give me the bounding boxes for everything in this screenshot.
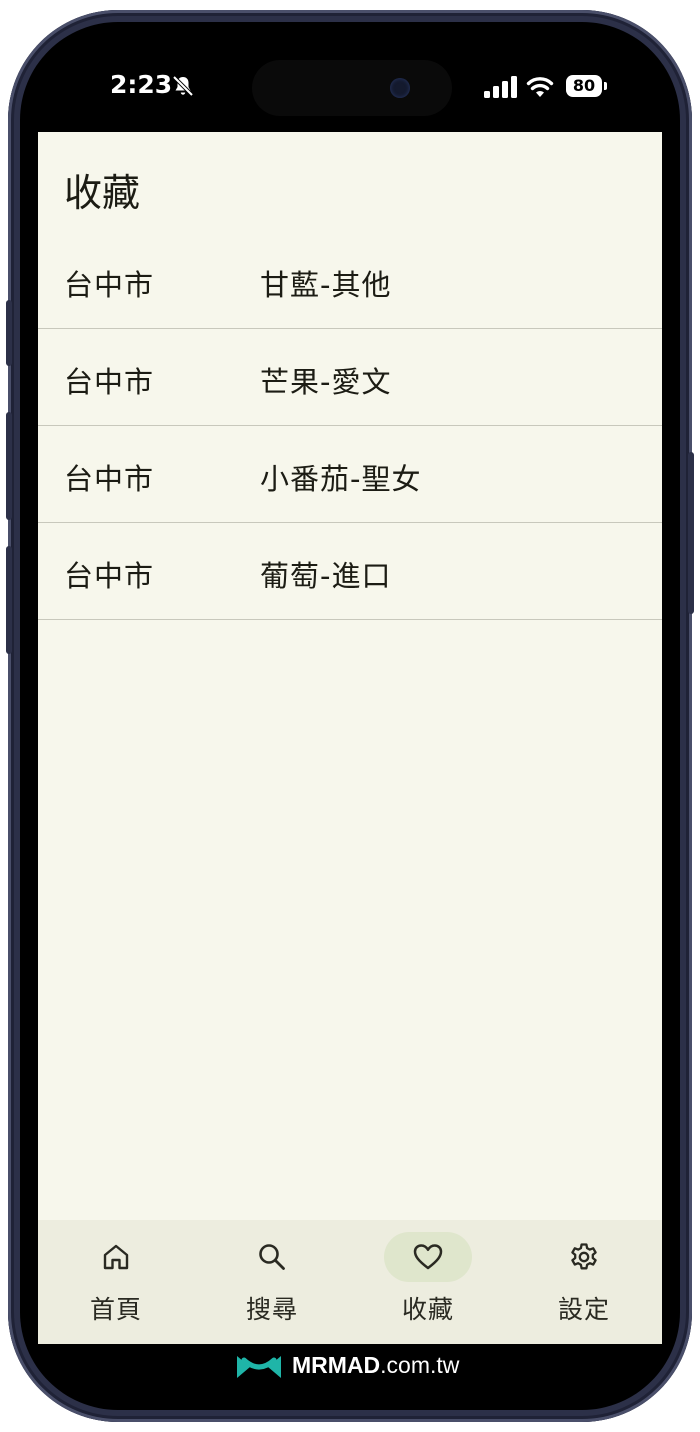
- watermark-brand: MRMAD: [292, 1352, 381, 1378]
- market-city: 台中市: [64, 268, 155, 302]
- status-bar: 2:23 80: [20, 22, 680, 132]
- front-camera: [390, 78, 410, 98]
- product-name: 小番茄-聖女: [260, 462, 422, 496]
- watermark: MRMAD.com.tw: [20, 1348, 680, 1388]
- status-time: 2:23: [110, 70, 173, 99]
- wifi-icon: [526, 77, 554, 97]
- nav-active-indicator: [384, 1232, 472, 1282]
- product-name: 甘藍-其他: [260, 268, 392, 302]
- action-button: [6, 300, 12, 366]
- nav-label-favorites: 收藏: [401, 1295, 454, 1324]
- market-city: 台中市: [64, 559, 155, 593]
- product-name: 芒果-愛文: [260, 365, 392, 399]
- watermark-suffix: .com.tw: [380, 1352, 460, 1378]
- nav-tab-favorites[interactable]: 收藏: [350, 1220, 506, 1344]
- market-city: 台中市: [64, 462, 155, 496]
- home-icon: [103, 1244, 129, 1270]
- bell-slash-icon: [172, 75, 194, 97]
- bottom-navigation: 首頁 搜尋 收藏 設定: [38, 1220, 662, 1344]
- heart-icon: [413, 1244, 443, 1270]
- battery-tip: [604, 82, 607, 90]
- nav-icon-container: [540, 1232, 628, 1282]
- market-city: 台中市: [64, 365, 155, 399]
- nav-tab-home[interactable]: 首頁: [38, 1220, 194, 1344]
- nav-label-search: 搜尋: [245, 1295, 298, 1324]
- search-icon: [259, 1244, 285, 1270]
- list-item[interactable]: 台中市 芒果-愛文: [38, 329, 662, 426]
- battery-icon: 80: [566, 75, 602, 97]
- list-item[interactable]: 台中市 葡萄-進口: [38, 523, 662, 620]
- cellular-signal-icon: [484, 76, 517, 98]
- nav-label-settings: 設定: [557, 1295, 610, 1324]
- nav-tab-settings[interactable]: 設定: [506, 1220, 662, 1344]
- volume-up-button: [6, 412, 12, 520]
- dynamic-island: [252, 60, 452, 116]
- power-button: [688, 452, 694, 614]
- nav-icon-container: [72, 1232, 160, 1282]
- device-screen: 2:23 80 收藏 台中市 甘藍-其他 台中市 芒果-愛文 台中市 小番茄-聖…: [20, 22, 680, 1410]
- page-title: 收藏: [64, 171, 141, 215]
- list-item[interactable]: 台中市 小番茄-聖女: [38, 426, 662, 523]
- nav-tab-search[interactable]: 搜尋: [194, 1220, 350, 1344]
- gear-icon: [571, 1243, 597, 1270]
- nav-icon-container: [228, 1232, 316, 1282]
- mrmad-logo-icon: [237, 1356, 281, 1378]
- app-screen: 收藏 台中市 甘藍-其他 台中市 芒果-愛文 台中市 小番茄-聖女 台中市 葡萄…: [38, 132, 662, 1344]
- watermark-text: MRMAD.com.tw: [292, 1352, 459, 1379]
- nav-label-home: 首頁: [89, 1295, 142, 1324]
- volume-down-button: [6, 546, 12, 654]
- list-item[interactable]: 台中市 甘藍-其他: [38, 232, 662, 329]
- favorites-list: 台中市 甘藍-其他 台中市 芒果-愛文 台中市 小番茄-聖女 台中市 葡萄-進口: [38, 232, 662, 620]
- product-name: 葡萄-進口: [260, 559, 392, 593]
